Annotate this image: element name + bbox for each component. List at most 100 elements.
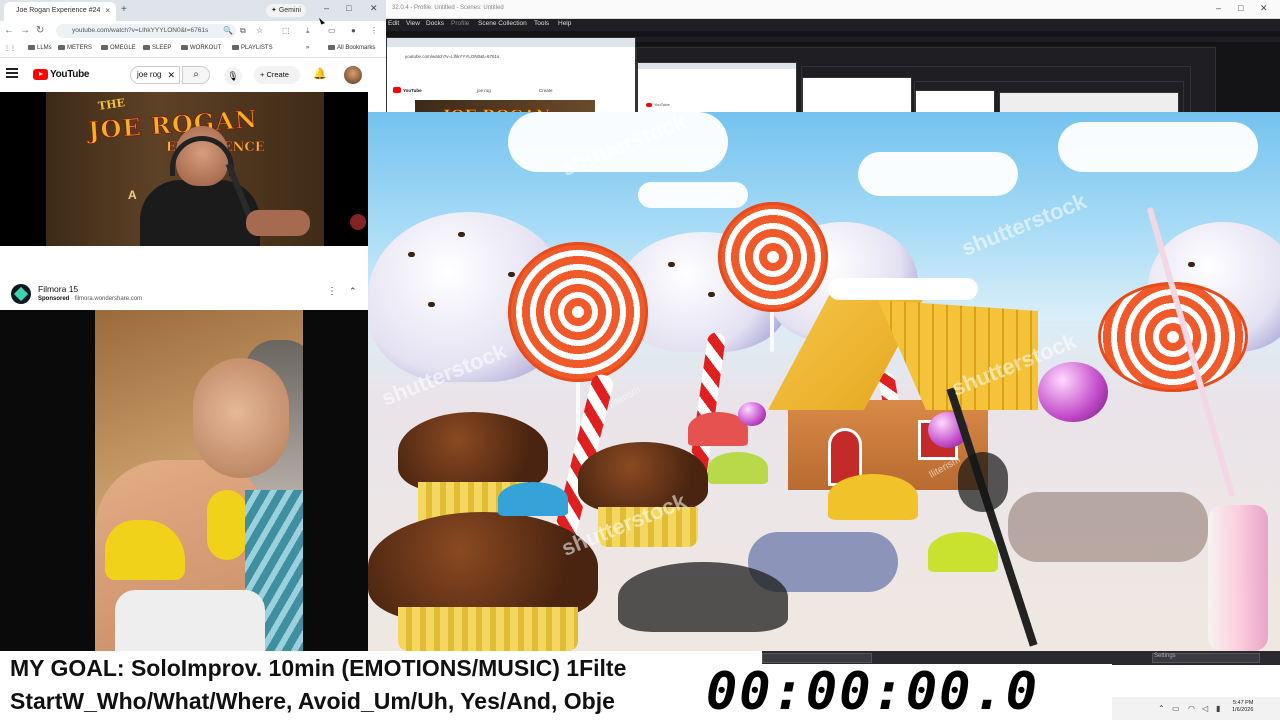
filmora-logo-icon: [11, 284, 31, 304]
folder-icon: [101, 45, 108, 50]
video-player[interactable]: THE JOE ROGAN EXPERIENCE A: [0, 92, 368, 246]
youtube-search-input[interactable]: joe rog ✕: [130, 66, 180, 84]
folder-icon: [28, 45, 35, 50]
minimize-icon[interactable]: –: [324, 3, 329, 13]
youtube-logo-icon[interactable]: [33, 69, 48, 80]
obs-close-icon[interactable]: ✕: [1260, 3, 1268, 14]
menu-help[interactable]: Help: [558, 20, 571, 27]
short-video-thumbnail[interactable]: [95, 310, 303, 651]
zoom-icon[interactable]: 🔍: [223, 26, 233, 35]
new-tab-button[interactable]: +: [121, 4, 127, 15]
chevron-up-icon[interactable]: ⌃: [1158, 704, 1165, 713]
address-bar-row: ← → ↻ youtube.com/watch?v=LlhkYYYLON0&t=…: [0, 21, 386, 41]
shape-overlay: [618, 562, 788, 632]
tab-joe-rogan[interactable]: Joe Rogan Experience #24 ×: [4, 2, 116, 21]
folder-icon: [181, 45, 188, 50]
search-button[interactable]: ⌕: [182, 66, 210, 84]
jre-sign-logo: THE JOE ROGAN EXPERIENCE: [87, 96, 265, 155]
obs-minimize-icon[interactable]: –: [1216, 3, 1221, 13]
more-bookmarks-icon[interactable]: »: [306, 45, 309, 51]
reload-icon[interactable]: ↻: [36, 25, 44, 36]
shape-chip: [408, 252, 415, 257]
menu-edit[interactable]: Edit: [388, 20, 399, 27]
youtube-wordmark[interactable]: YouTube: [50, 69, 90, 80]
bookmark-folder[interactable]: WORKOUT: [181, 45, 221, 51]
mini-yt-icon-2: [646, 103, 652, 107]
hamburger-menu-icon[interactable]: [6, 68, 18, 78]
mini-create: Create: [539, 88, 553, 93]
search-icon: ⌕: [193, 69, 199, 80]
sponsored-ad[interactable]: Filmora 15 Sponsored · filmora.wondersha…: [0, 246, 368, 310]
wifi-icon[interactable]: ◠: [1188, 704, 1195, 713]
obs-title-bar: 32.0.4 - Profile: Untitled - Scenes: Unt…: [386, 0, 1280, 19]
clock[interactable]: 5:47 PM 1/6/2026: [1232, 700, 1253, 714]
obs-dock-button[interactable]: [762, 653, 872, 663]
maximize-icon[interactable]: □: [346, 3, 351, 13]
menu-view[interactable]: View: [406, 20, 420, 27]
menu-kebab-icon[interactable]: ⋮: [370, 26, 378, 35]
shape-frosting: [368, 512, 598, 622]
menu-tools[interactable]: Tools: [534, 20, 549, 27]
folder-icon: [143, 45, 150, 50]
clear-search-icon[interactable]: ✕: [167, 67, 175, 83]
mini-yt-wordmark-2: YouTube: [654, 102, 670, 107]
install-icon[interactable]: ⧉: [240, 26, 246, 36]
notifications-bell-icon[interactable]: 🔔: [313, 67, 327, 80]
notification-icon[interactable]: ▭: [1172, 704, 1180, 713]
mini-youtube-icon: [393, 87, 401, 93]
battery-icon[interactable]: ▮: [1216, 704, 1220, 713]
bookmark-folder[interactable]: PLAYLISTS: [232, 45, 273, 51]
menu-profile[interactable]: Profile: [451, 20, 469, 27]
bookmark-folder[interactable]: METERS: [58, 45, 92, 51]
back-arrow-icon[interactable]: ←: [4, 25, 14, 36]
avatar[interactable]: [344, 66, 362, 84]
mini-tab-bar: [387, 38, 635, 47]
watermark-small: lliterism: [607, 384, 643, 411]
watermark-text: shutterstock: [957, 188, 1090, 261]
volume-icon[interactable]: ◁: [1202, 704, 1208, 713]
shape-cup: [398, 607, 578, 651]
shape-frosting: [398, 412, 548, 492]
folder-icon: [58, 45, 65, 50]
split-view-icon[interactable]: ▭: [328, 26, 336, 35]
shape-cloud: [858, 152, 1018, 196]
mini-search: joe rog: [477, 88, 491, 93]
shape-ball: [1038, 362, 1108, 422]
clock-time: 5:47 PM: [1232, 700, 1254, 706]
obs-maximize-icon[interactable]: □: [1238, 3, 1243, 13]
create-button[interactable]: + Create: [254, 66, 300, 84]
video-frame: THE JOE ROGAN EXPERIENCE A: [46, 92, 324, 246]
bottle: [1208, 505, 1268, 651]
bookmark-folder[interactable]: OMEGLE: [101, 45, 136, 51]
tab-close-icon[interactable]: ×: [105, 6, 110, 15]
stopwatch: 00:00:00.0: [700, 664, 1112, 720]
record-indicator-icon: [350, 214, 366, 230]
microphone-icon: 🎙: [227, 71, 239, 81]
bookmark-star-icon[interactable]: ☆: [256, 26, 263, 35]
candyland-background-scene: shutterstock shutterstock shutterstock s…: [368, 112, 1280, 651]
downloads-icon[interactable]: ⤓: [306, 26, 310, 36]
close-window-icon[interactable]: ✕: [370, 3, 378, 14]
shape-ball: [738, 402, 766, 426]
shape-gumdrop: [498, 482, 568, 516]
more-options-icon[interactable]: ⋮: [327, 286, 337, 297]
extensions-icon[interactable]: ⬚: [282, 26, 290, 35]
gemini-button[interactable]: ✦ Gemini: [266, 4, 306, 17]
chevron-up-icon[interactable]: ⌃: [349, 286, 357, 297]
ad-title[interactable]: Filmora 15: [38, 284, 78, 294]
all-bookmarks[interactable]: All Bookmarks: [328, 45, 375, 51]
gemini-label: Gemini: [278, 7, 301, 14]
shape-cloud: [1058, 122, 1258, 172]
goal-line-1: MY GOAL: SoloImprov. 10min (EMOTIONS/MUS…: [10, 655, 627, 681]
menu-scene-collection[interactable]: Scene Collection: [478, 20, 527, 27]
url-input[interactable]: youtube.com/watch?v=LlhkYYYLON0&t=6761s: [56, 24, 236, 38]
bookmark-folder[interactable]: LLMs: [28, 45, 52, 51]
profile-icon[interactable]: ●: [351, 26, 356, 35]
forward-arrow-icon[interactable]: →: [20, 25, 30, 36]
bookmark-folder[interactable]: SLEEP: [143, 45, 171, 51]
menu-docks[interactable]: Docks: [426, 20, 444, 27]
settings-button[interactable]: Settings: [1154, 653, 1176, 659]
apps-grid-icon[interactable]: ⋮⋮: [4, 45, 16, 52]
shape-chip: [428, 302, 435, 307]
voice-search-button[interactable]: 🎙: [224, 67, 242, 85]
